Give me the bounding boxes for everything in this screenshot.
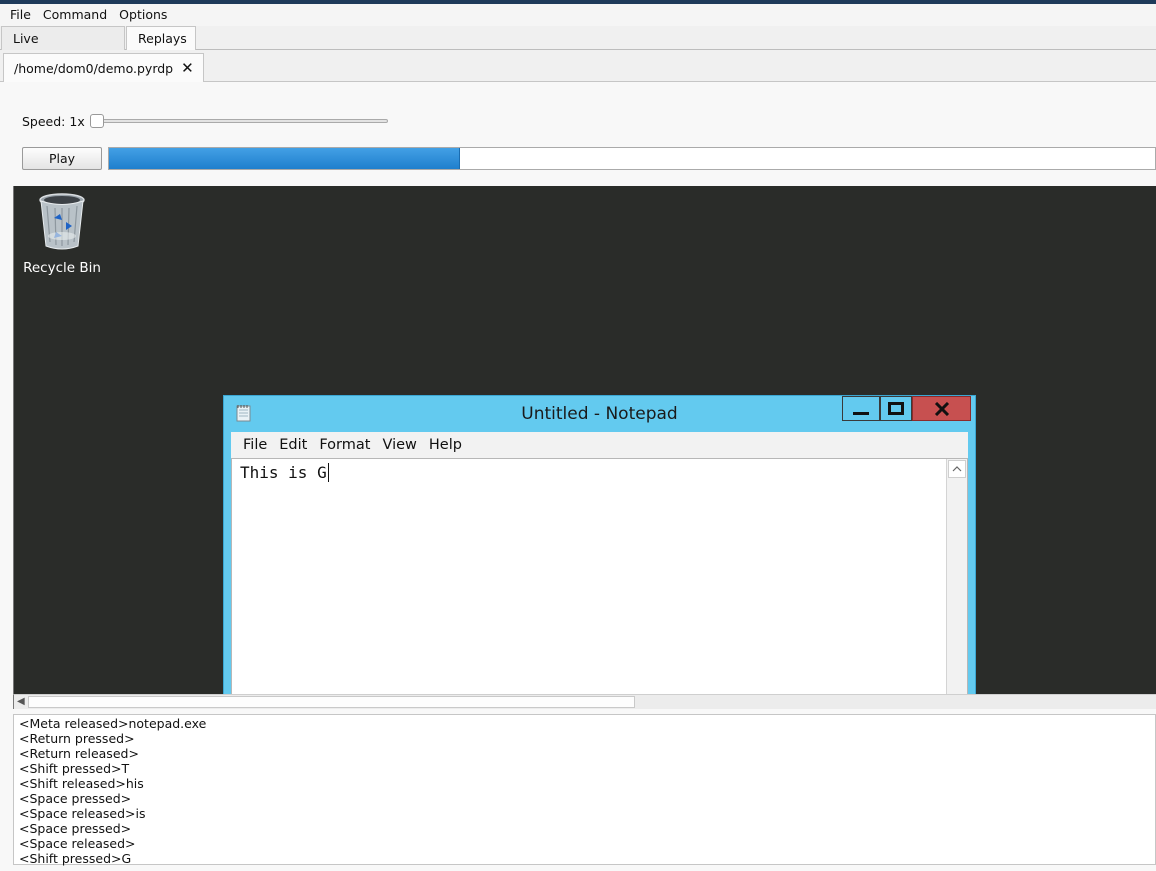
tab-replays[interactable]: Replays	[126, 26, 196, 51]
desktop-icon-recycle-bin[interactable]: Recycle Bin	[22, 192, 102, 276]
minimize-icon	[853, 412, 869, 415]
rdp-horizontal-scrollbar[interactable]: ◀	[13, 694, 1156, 709]
log-line: <Space released>	[19, 836, 136, 851]
recycle-bin-label: Recycle Bin	[23, 260, 101, 276]
minimize-button[interactable]	[842, 396, 880, 421]
chevron-up-icon	[952, 466, 962, 472]
tab-live-connections[interactable]: Live connections	[1, 26, 125, 69]
close-icon[interactable]: ✕	[181, 61, 194, 76]
notepad-window[interactable]: Untitled - Notepad File Edit Format View…	[223, 395, 976, 694]
notepad-content: This is G	[240, 463, 327, 482]
text-caret	[327, 463, 329, 482]
close-button[interactable]	[912, 396, 971, 421]
maximize-icon	[888, 402, 904, 415]
speed-slider-handle[interactable]	[90, 114, 104, 128]
log-line: <Shift released>his	[19, 776, 144, 791]
notepad-menu-format[interactable]: Format	[313, 437, 376, 453]
tab-replay-file[interactable]: /home/dom0/demo.pyrdp ✕	[3, 53, 204, 83]
log-line: <Meta released>notepad.exe	[19, 716, 207, 731]
scroll-up-button[interactable]	[948, 460, 966, 478]
scroll-left-icon[interactable]: ◀	[17, 696, 25, 707]
main-tabbar: Live connections Replays	[0, 26, 1156, 69]
log-line: <Shift pressed>T	[19, 761, 130, 776]
replay-progress-fill	[109, 148, 461, 169]
replay-progress-bar[interactable]	[108, 147, 1156, 170]
recycle-bin-icon	[39, 193, 85, 250]
menubar: File Command Options	[0, 4, 1156, 25]
maximize-button[interactable]	[880, 396, 912, 421]
notepad-titlebar[interactable]: Untitled - Notepad	[224, 396, 975, 432]
menu-command[interactable]: Command	[37, 6, 113, 24]
file-tabbar: /home/dom0/demo.pyrdp ✕	[0, 50, 1156, 83]
log-line: <Space released>is	[19, 806, 146, 821]
log-line: <Space pressed>	[19, 821, 132, 836]
notepad-menubar: File Edit Format View Help	[231, 432, 968, 458]
menu-file[interactable]: File	[4, 6, 37, 24]
notepad-menu-view[interactable]: View	[376, 437, 422, 453]
log-line: <Shift pressed>G	[19, 851, 132, 866]
event-log[interactable]: <Meta released>notepad.exe <Return press…	[13, 714, 1156, 866]
replay-panel: Speed: 1x Play Recycle Bin Untitled - No…	[0, 82, 1156, 871]
notepad-menu-edit[interactable]: Edit	[273, 437, 313, 453]
menu-options[interactable]: Options	[113, 6, 173, 24]
log-line: <Return released>	[19, 746, 139, 761]
log-line: <Return pressed>	[19, 731, 135, 746]
log-line: <Space pressed>	[19, 791, 132, 806]
notepad-content-line: This is G	[240, 463, 329, 482]
notepad-menu-file[interactable]: File	[237, 437, 273, 453]
speed-slider[interactable]	[96, 119, 388, 123]
notepad-text-area[interactable]: This is G	[231, 458, 968, 694]
close-icon	[934, 402, 950, 416]
rdp-screen[interactable]: Recycle Bin Untitled - Notepad File Edit…	[13, 186, 1156, 694]
play-button[interactable]: Play	[22, 147, 102, 170]
notepad-menu-help[interactable]: Help	[423, 437, 468, 453]
scrollbar-thumb[interactable]	[28, 696, 635, 708]
replay-file-path: /home/dom0/demo.pyrdp	[14, 61, 174, 76]
notepad-vertical-scrollbar[interactable]	[946, 459, 967, 694]
speed-label: Speed: 1x	[22, 114, 85, 129]
